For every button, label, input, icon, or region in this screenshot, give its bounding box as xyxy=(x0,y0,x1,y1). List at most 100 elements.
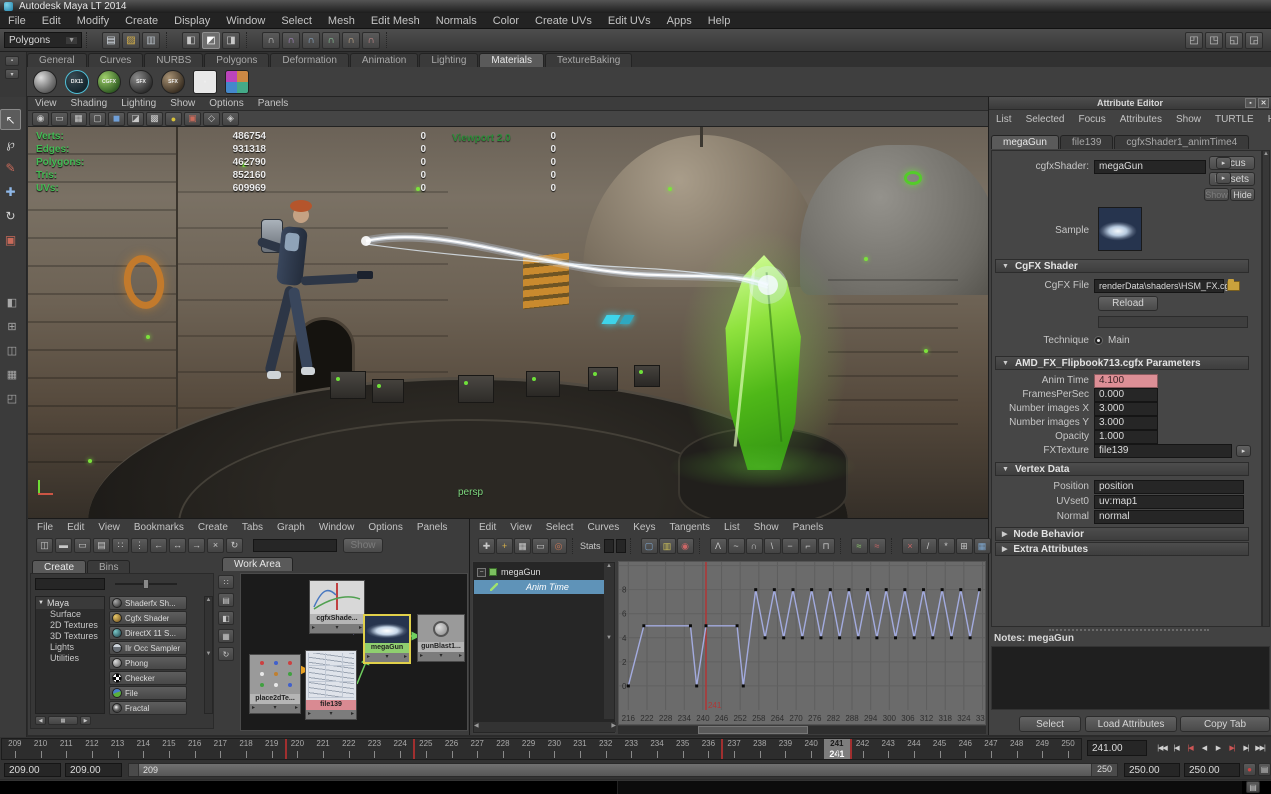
hypershade-menu-item[interactable]: Tabs xyxy=(235,522,270,533)
attribute-editor-tab[interactable]: megaGun xyxy=(991,135,1059,149)
attribute-editor-titlebar[interactable]: Attribute Editor ▪ ✕ xyxy=(989,97,1271,110)
outliner-node-row[interactable]: − megaGun xyxy=(474,565,604,579)
region-keys-icon[interactable]: ▭ xyxy=(532,538,549,554)
hypershade-filter-field[interactable] xyxy=(253,538,337,552)
flat-tangent-icon[interactable]: − xyxy=(781,538,799,554)
sort-name-icon[interactable]: ∷ xyxy=(218,575,234,589)
load-attributes-button[interactable]: Load Attributes xyxy=(1085,716,1177,732)
tree-item[interactable]: Lights xyxy=(36,642,104,653)
timeline-frame-249[interactable]: 249 xyxy=(1030,739,1056,759)
attribute-editor-menu-item[interactable]: Attributes xyxy=(1113,114,1169,125)
step-forward-key-button[interactable]: ▶| xyxy=(1225,739,1239,756)
playback-end-field[interactable]: 250.00 xyxy=(1124,763,1180,777)
outliner-horizontal-scrollbar[interactable]: ◀ ▶ xyxy=(474,722,616,732)
number-images-x-field[interactable]: 3.000 xyxy=(1094,401,1158,416)
graph-editor-menu-item[interactable]: Show xyxy=(747,522,786,533)
step-back-key-button[interactable]: |◀ xyxy=(1183,739,1197,756)
timeline-frame-210[interactable]: 210 xyxy=(28,739,54,759)
timeline-frame-248[interactable]: 248 xyxy=(1004,739,1030,759)
tool-settings-toggle-icon[interactable]: ◱ xyxy=(1225,31,1243,49)
go-to-start-button[interactable]: |◀◀ xyxy=(1155,739,1169,756)
menu-set-selector[interactable]: Polygons ▼ xyxy=(4,32,82,48)
node-place2dtexture[interactable]: place2dTe... ▾ xyxy=(249,654,301,714)
timeline-ruler[interactable]: 209 210 211 212 213 214 215 216 217 218 219 220 221 2… xyxy=(1,738,1082,760)
hide-button[interactable]: Hide xyxy=(1230,188,1255,201)
joint-xray-icon[interactable]: ◈ xyxy=(222,111,239,126)
section-header-parameters[interactable]: ▼ AMD_FX_Flipbook713.cgfx Parameters xyxy=(995,356,1249,370)
menu-item[interactable]: File xyxy=(0,15,34,27)
snap-grid-icon[interactable]: ∩ xyxy=(262,31,280,49)
layout-single-pane-icon[interactable]: ◧ xyxy=(2,293,23,311)
refresh-swatches-icon[interactable]: ↻ xyxy=(218,647,234,661)
timeline-frame-229[interactable]: 229 xyxy=(516,739,542,759)
cgfx-shader-icon[interactable]: CGFX xyxy=(97,69,121,94)
node-footer[interactable]: ▾ xyxy=(250,704,300,713)
playback-start-field[interactable]: 209.00 xyxy=(65,763,122,777)
plateau-tangent-icon[interactable]: ⊓ xyxy=(817,538,835,554)
hypershade-menu-item[interactable]: Bookmarks xyxy=(127,522,191,533)
position-field[interactable]: position xyxy=(1094,479,1244,494)
timeline-frame-230[interactable]: 230 xyxy=(541,739,567,759)
new-scene-icon[interactable]: ▤ xyxy=(102,31,120,49)
section-header-cgfx-shader[interactable]: ▼ CgFX Shader xyxy=(995,259,1249,273)
input-connections-icon[interactable]: ▸ xyxy=(1216,172,1231,184)
attribute-editor-tab[interactable]: file139 xyxy=(1059,135,1114,149)
technique-radio[interactable] xyxy=(1094,336,1103,345)
icons-view-icon[interactable]: ▤ xyxy=(218,593,234,607)
paint-select-tool-icon[interactable]: ✎ xyxy=(0,157,21,178)
animation-start-field[interactable]: 209.00 xyxy=(4,763,61,777)
modeling-toolkit-toggle-icon[interactable]: ◰ xyxy=(1185,31,1203,49)
hypershade-menu-item[interactable]: Edit xyxy=(60,522,91,533)
select-hierarchy-icon[interactable]: ◧ xyxy=(182,31,200,49)
node-cgfxshader[interactable]: cgfxShade... ▾ xyxy=(309,580,365,634)
timeline-frame-219[interactable]: 219 xyxy=(259,739,285,759)
play-forwards-button[interactable]: ▶ xyxy=(1211,739,1225,756)
timeline-frame-225[interactable]: 225 xyxy=(413,739,439,759)
fxtexture-field[interactable]: file139 xyxy=(1094,443,1232,458)
range-slider-left-handle[interactable] xyxy=(129,764,139,776)
timeline-frame-240[interactable]: 240 xyxy=(798,739,824,759)
viewport-menu-item[interactable]: Show xyxy=(163,98,202,109)
show-top-tabs-icon[interactable]: ▬ xyxy=(55,537,72,553)
toggle-create-bar-icon[interactable]: ◫ xyxy=(36,537,53,553)
graph-editor-menu-item[interactable]: Curves xyxy=(581,522,627,533)
timeline-frame-239[interactable]: 239 xyxy=(773,739,799,759)
make-live-icon[interactable]: ∩ xyxy=(362,31,380,49)
notes-resize-handle[interactable] xyxy=(1049,629,1209,631)
timeline-frame-228[interactable]: 228 xyxy=(490,739,516,759)
play-backwards-button[interactable]: ◀ xyxy=(1197,739,1211,756)
browse-folder-icon[interactable] xyxy=(1227,278,1240,291)
viewport-menu-item[interactable]: Shading xyxy=(64,98,115,109)
viewport-menu-item[interactable]: View xyxy=(28,98,64,109)
menu-item[interactable]: Mesh xyxy=(320,15,363,27)
shader-library-item[interactable]: DirectX 11 S... xyxy=(109,626,187,640)
auto-tangent-icon[interactable]: Λ xyxy=(709,538,727,554)
node-megagun[interactable]: megaGun ▾ xyxy=(363,614,411,664)
menu-item[interactable]: Edit xyxy=(34,15,69,27)
range-slider[interactable]: 209 250 xyxy=(128,763,1118,777)
place2dtexture-icon[interactable] xyxy=(225,69,249,94)
linear-tangent-icon[interactable]: \ xyxy=(763,538,781,554)
menu-item[interactable]: Create UVs xyxy=(527,15,600,27)
scale-tool-icon[interactable]: ▣ xyxy=(0,229,21,250)
menu-item[interactable]: Modify xyxy=(69,15,117,27)
timeline-frame-234[interactable]: 234 xyxy=(644,739,670,759)
node-footer[interactable]: ▾ xyxy=(365,653,409,662)
material-sample-icon[interactable]: ● xyxy=(193,69,217,94)
scroll-left-icon[interactable]: ◀ xyxy=(35,716,46,725)
clear-graph-icon[interactable]: × xyxy=(207,537,224,553)
tree-item[interactable]: Surface xyxy=(36,609,104,620)
shader-list-scrollbar[interactable]: ▲ ▼ xyxy=(204,596,213,714)
show-both-panes-icon[interactable]: ▤ xyxy=(93,537,110,553)
timeline-frame-241[interactable]: 241241 xyxy=(824,739,850,759)
output-connections-icon[interactable]: → xyxy=(188,537,205,553)
layout-graph-persp-icon[interactable]: ◰ xyxy=(2,389,23,407)
timeline-frame-223[interactable]: 223 xyxy=(362,739,388,759)
collapse-icon[interactable]: − xyxy=(477,567,486,577)
timeline-frame-242[interactable]: 242 xyxy=(850,739,876,759)
timeline-frame-246[interactable]: 246 xyxy=(952,739,978,759)
timeline-frame-218[interactable]: 218 xyxy=(233,739,259,759)
step-forward-frame-button[interactable]: ▶| xyxy=(1239,739,1253,756)
shaded-mode-icon[interactable]: ◼ xyxy=(108,111,125,126)
shelf-tab[interactable]: Polygons xyxy=(204,53,270,67)
